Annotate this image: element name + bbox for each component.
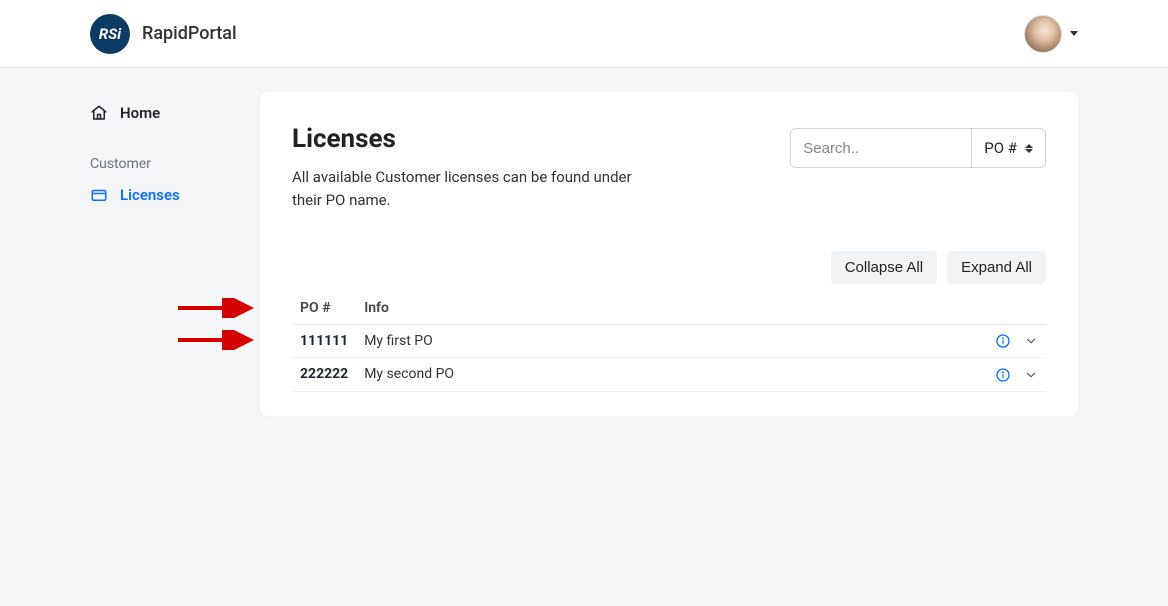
po-info: My first PO <box>356 325 986 358</box>
info-icon[interactable] <box>995 333 1011 349</box>
page-title: Licenses <box>292 124 652 154</box>
search-filter-select[interactable]: PO # <box>971 129 1045 167</box>
collapse-all-button[interactable]: Collapse All <box>831 251 937 284</box>
po-info: My second PO <box>356 358 986 391</box>
po-number: 111111 <box>292 325 356 358</box>
sidebar-item-label: Licenses <box>120 186 180 204</box>
brand[interactable]: RSi RapidPortal <box>90 14 237 54</box>
sidebar-item-home[interactable]: Home <box>90 96 240 130</box>
column-po: PO # <box>292 292 356 325</box>
user-menu[interactable] <box>1024 15 1078 53</box>
expand-all-button[interactable]: Expand All <box>947 251 1046 284</box>
caret-down-icon <box>1070 31 1078 36</box>
brand-logo-text: RSi <box>99 25 121 43</box>
table-row[interactable]: 111111 My first PO <box>292 325 1046 358</box>
sidebar-section-customer: Customer <box>90 156 240 178</box>
topbar: RSi RapidPortal <box>0 0 1168 68</box>
table-row[interactable]: 222222 My second PO <box>292 358 1046 391</box>
search-input[interactable] <box>791 129 971 167</box>
sidebar: Home Customer Licenses <box>90 92 240 416</box>
search-group: PO # <box>790 128 1046 168</box>
brand-name: RapidPortal <box>142 23 237 44</box>
search-filter-label: PO # <box>984 139 1017 157</box>
sort-icon <box>1025 144 1033 153</box>
column-info: Info <box>356 292 986 325</box>
sidebar-item-label: Home <box>120 104 160 122</box>
chevron-down-icon[interactable] <box>1024 334 1038 348</box>
licenses-table: PO # Info 111111 My first PO <box>292 292 1046 392</box>
po-number: 222222 <box>292 358 356 391</box>
brand-logo: RSi <box>90 14 130 54</box>
avatar <box>1024 15 1062 53</box>
main-card: Licenses All available Customer licenses… <box>260 92 1078 416</box>
home-icon <box>90 104 108 122</box>
licenses-icon <box>90 186 108 204</box>
info-icon[interactable] <box>995 367 1011 383</box>
sidebar-item-licenses[interactable]: Licenses <box>90 178 240 212</box>
chevron-down-icon[interactable] <box>1024 368 1038 382</box>
page-description: All available Customer licenses can be f… <box>292 166 652 211</box>
